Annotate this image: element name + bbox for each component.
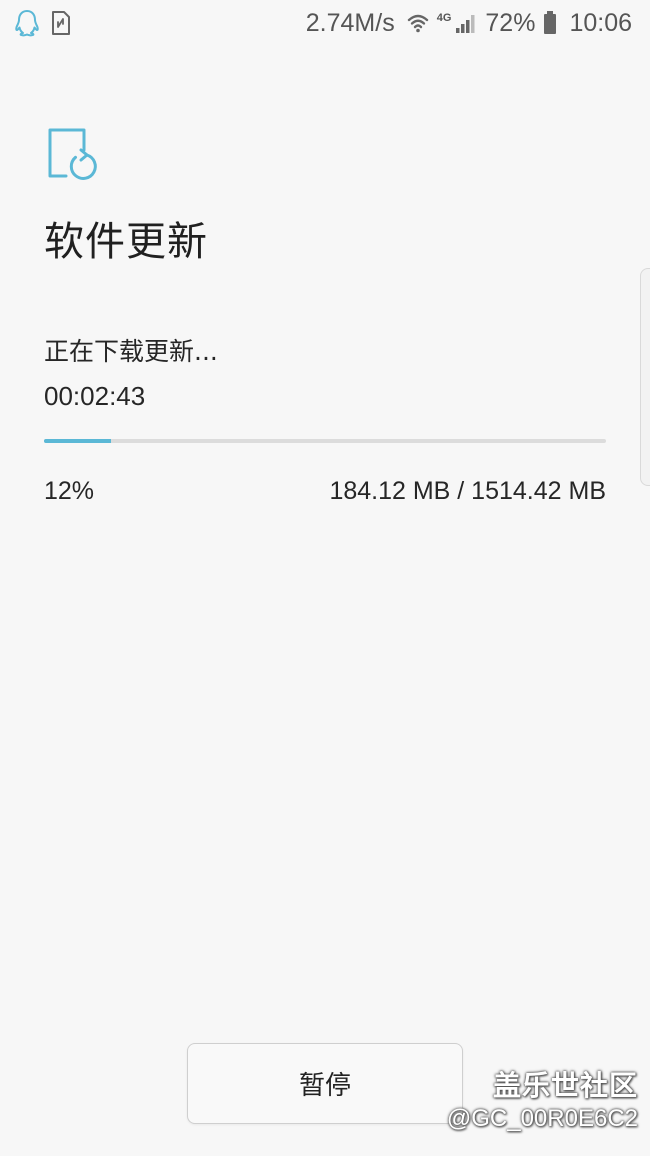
watermark-user: @GC_00R0E6C2 [446,1105,638,1132]
pause-button[interactable]: 暂停 [187,1043,463,1124]
download-size: 184.12 MB / 1514.42 MB [329,477,606,505]
download-percent: 12% [44,477,95,505]
wifi-icon [407,12,429,34]
network-speed: 2.74M/s [305,8,395,37]
clock: 10:06 [569,8,632,37]
sim-card-icon [50,10,72,36]
battery-icon [543,11,557,35]
watermark-brand: 盖乐世社区 [492,1069,638,1102]
status-bar-left [14,9,72,37]
software-update-icon [44,126,100,186]
software-update-screen: 2.74M/s 4G 72% 10:06 软件更新 正在下载更新... 00:0… [0,0,650,1156]
download-status-text: 正在下载更新... [44,337,218,366]
edge-panel-handle[interactable] [640,268,650,486]
status-bar-right: 2.74M/s 4G 72% 10:06 [306,6,632,40]
network-type-label: 4G [436,12,452,24]
qq-penguin-icon [14,9,40,37]
elapsed-time: 00:02:43 [44,381,146,411]
download-progress-fill [44,439,112,443]
download-progress-bar [44,439,606,443]
status-bar: 2.74M/s 4G 72% 10:06 [0,0,650,48]
page-title: 软件更新 [44,219,208,265]
battery-percent: 72% [485,8,536,37]
cellular-signal-icon [455,12,477,34]
